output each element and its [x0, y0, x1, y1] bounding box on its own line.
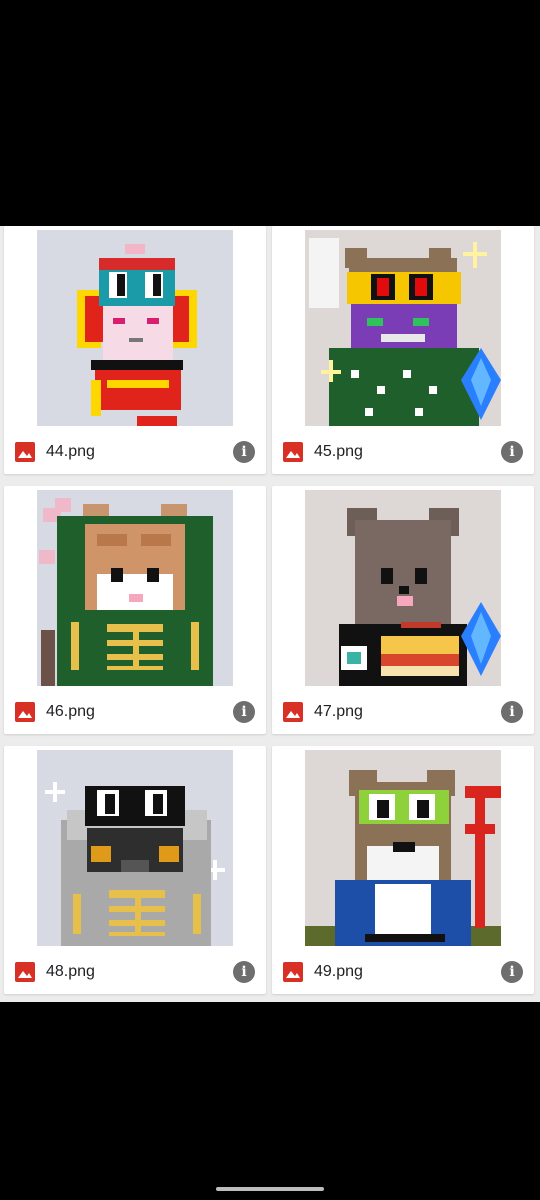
info-icon[interactable]: i	[501, 441, 523, 463]
info-icon[interactable]: i	[233, 701, 255, 723]
file-card[interactable]: 47.png i	[272, 486, 534, 734]
file-card[interactable]: 49.png i	[272, 746, 534, 994]
file-thumbnail[interactable]	[305, 490, 501, 686]
file-thumbnail[interactable]	[305, 750, 501, 946]
file-name: 46.png	[46, 703, 95, 720]
file-card[interactable]: 48.png i	[4, 746, 266, 994]
info-icon[interactable]: i	[233, 961, 255, 983]
file-thumbnail[interactable]	[37, 230, 233, 426]
file-card[interactable]: 44.png i	[4, 226, 266, 474]
info-icon[interactable]: i	[501, 701, 523, 723]
file-grid: 44.png i 45.png i 46.png i 47.png i 48.p…	[0, 226, 540, 1002]
file-name: 48.png	[46, 963, 95, 980]
home-indicator[interactable]	[216, 1187, 324, 1191]
file-thumbnail[interactable]	[37, 750, 233, 946]
file-name: 44.png	[46, 443, 95, 460]
image-icon	[14, 701, 36, 723]
file-card[interactable]: 46.png i	[4, 486, 266, 734]
navigation-bar-area	[0, 1002, 540, 1200]
info-icon[interactable]: i	[501, 961, 523, 983]
file-name: 49.png	[314, 963, 363, 980]
status-bar-area	[0, 0, 540, 226]
image-icon	[282, 961, 304, 983]
file-thumbnail[interactable]	[37, 490, 233, 686]
info-icon[interactable]: i	[233, 441, 255, 463]
file-thumbnail[interactable]	[305, 230, 501, 426]
image-icon	[14, 441, 36, 463]
file-name: 45.png	[314, 443, 363, 460]
file-name: 47.png	[314, 703, 363, 720]
image-icon	[14, 961, 36, 983]
image-icon	[282, 701, 304, 723]
file-card[interactable]: 45.png i	[272, 226, 534, 474]
image-icon	[282, 441, 304, 463]
